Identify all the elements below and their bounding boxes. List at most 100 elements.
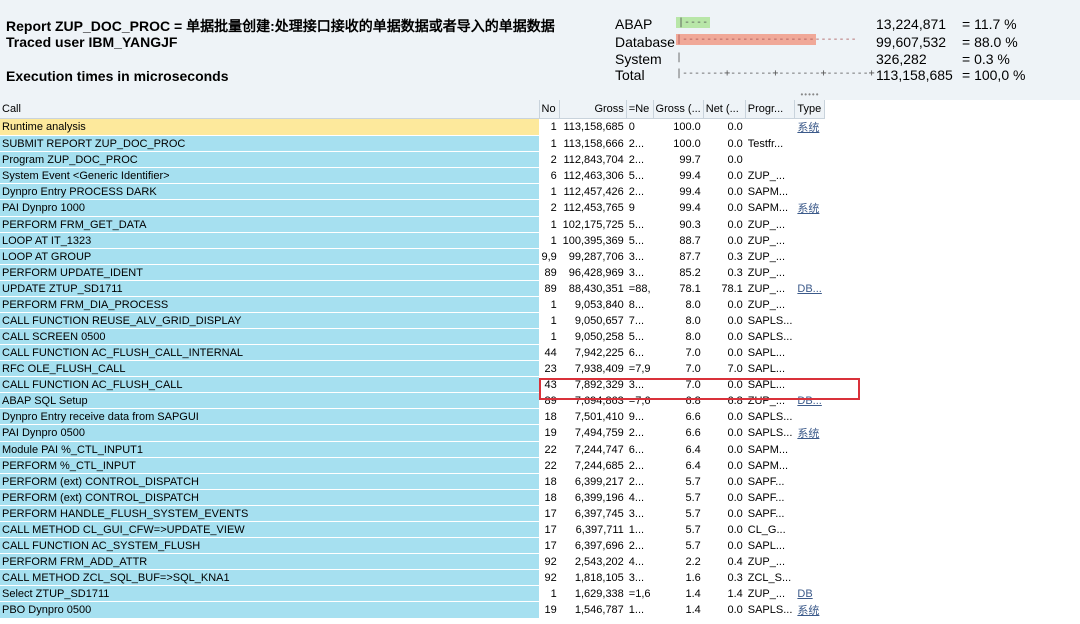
table-row[interactable]: Module PAI %_CTL_INPUT1 22 7,244,747 6... 6.… (0, 441, 825, 458)
cell-net-pct: 0.0 (703, 408, 746, 425)
cell-type[interactable]: 系统 (794, 199, 825, 217)
column-header-gross[interactable]: Gross (559, 100, 627, 119)
table-row[interactable]: Runtime analysis 1 113,158,685 0 100.0 0.0 系统 (0, 118, 825, 136)
cell-no: 18 (539, 408, 560, 425)
table-row[interactable]: RFC OLE_FLUSH_CALL 23 7,938,409 =7,9 7.0 7.0 S… (0, 360, 825, 377)
cell-net: 7... (626, 312, 654, 329)
table-row[interactable]: PAI Dynpro 1000 2 112,453,765 9 99.4 0.0 SAPM.… (0, 199, 825, 217)
cell-gross: 96,428,969 (559, 264, 627, 281)
cell-type[interactable]: 系统 (794, 118, 825, 136)
table-row[interactable]: Dynpro Entry PROCESS DARK 1 112,457,426 2..… (0, 183, 825, 200)
cell-gross-pct: 8.0 (653, 296, 704, 313)
table-row[interactable]: PERFORM HANDLE_FLUSH_SYSTEM_EVENTS 17 6,39… (0, 505, 825, 522)
cell-no: 9,9 (539, 248, 560, 265)
table-row[interactable]: CALL SCREEN 0500 1 9,050,258 5... 8.0 0.0 SAPL… (0, 328, 825, 345)
table-row[interactable]: CALL FUNCTION AC_SYSTEM_FLUSH 17 6,397,696… (0, 537, 825, 554)
cell-call: PBO Dynpro 0500 (0, 601, 540, 619)
cell-call: PERFORM FRM_DIA_PROCESS (0, 296, 540, 313)
cell-gross-pct: 7.0 (653, 376, 704, 393)
cell-gross: 88,430,351 (559, 280, 627, 297)
cell-gross: 7,244,747 (559, 441, 627, 458)
table-row[interactable]: PERFORM %_CTL_INPUT 22 7,244,685 2... 6.4 0.0… (0, 457, 825, 474)
cell-program: SAPF... (745, 489, 796, 506)
cell-call: Module PAI %_CTL_INPUT1 (0, 441, 540, 458)
column-header-call[interactable]: Call (0, 100, 540, 119)
cell-gross: 7,501,410 (559, 408, 627, 425)
table-row[interactable]: PERFORM UPDATE_IDENT 89 96,428,969 3... 85.2… (0, 264, 825, 281)
cell-gross: 112,453,765 (559, 199, 627, 217)
table-row[interactable]: CALL FUNCTION REUSE_ALV_GRID_DISPLAY 1 9,0… (0, 312, 825, 329)
cell-gross: 1,629,338 (559, 585, 627, 602)
table-row[interactable]: CALL METHOD ZCL_SQL_BUF=>SQL_KNA1 92 1,818… (0, 569, 825, 586)
column-header-program[interactable]: Progr... (745, 100, 796, 119)
cell-net-pct: 0.0 (703, 424, 746, 442)
cell-no: 17 (539, 537, 560, 554)
table-row[interactable]: PERFORM (ext) CONTROL_DISPATCH 18 6,399,21… (0, 473, 825, 490)
cell-call: PERFORM FRM_ADD_ATTR (0, 553, 540, 570)
cell-net-pct: 0.0 (703, 376, 746, 393)
cell-gross-pct: 5.7 (653, 521, 704, 538)
table-row[interactable]: ABAP SQL Setup 89 7,694,863 =7,6 6.8 6.8 ZUP_.… (0, 392, 825, 409)
cell-net: =88, (626, 280, 654, 297)
cell-type[interactable]: DB (794, 585, 825, 602)
cell-gross-pct: 99.4 (653, 183, 704, 200)
table-row[interactable]: Program ZUP_DOC_PROC 2 112,843,704 2... 99.7… (0, 151, 825, 168)
cell-call: LOOP AT IT_1323 (0, 232, 540, 249)
column-header-no[interactable]: No (539, 100, 560, 119)
column-header-net-pct[interactable]: Net (... (703, 100, 746, 119)
cell-net-pct: 0.0 (703, 167, 746, 184)
cell-gross-pct: 99.4 (653, 199, 704, 217)
cell-program: SAPM... (745, 199, 796, 217)
cell-gross: 99,287,706 (559, 248, 627, 265)
column-header-gross-pct[interactable]: Gross (... (653, 100, 704, 119)
cell-call: CALL SCREEN 0500 (0, 328, 540, 345)
cell-no: 17 (539, 505, 560, 522)
table-row[interactable]: PERFORM FRM_ADD_ATTR 92 2,543,202 4... 2.2 0.… (0, 553, 825, 570)
table-row[interactable]: PERFORM (ext) CONTROL_DISPATCH 18 6,399,19… (0, 489, 825, 506)
table-row[interactable]: Dynpro Entry receive data from SAPGUI 18 7… (0, 408, 825, 425)
cell-no: 1 (539, 296, 560, 313)
cell-type[interactable]: 系统 (794, 424, 825, 442)
cell-program: SAPM... (745, 457, 796, 474)
cell-gross: 9,053,840 (559, 296, 627, 313)
summary-percent-total: = 100,0 % (962, 67, 1026, 83)
table-row[interactable]: CALL FUNCTION AC_FLUSH_CALL 43 7,892,329 3.… (0, 376, 825, 393)
cell-net-pct: 0.0 (703, 151, 746, 168)
table-row[interactable]: CALL METHOD CL_GUI_CFW=>UPDATE_VIEW 17 6,3… (0, 521, 825, 538)
cell-no: 17 (539, 521, 560, 538)
cell-type (794, 167, 825, 184)
table-row[interactable]: Select ZTUP_SD1711 1 1,629,338 =1,6 1.4 1.4 ZU… (0, 585, 825, 602)
column-header-type[interactable]: Type (794, 100, 825, 119)
cell-type[interactable]: DB... (794, 280, 825, 297)
cell-program (745, 151, 796, 168)
cell-type (794, 135, 825, 152)
cell-net: =7,9 (626, 360, 654, 377)
cell-net: 5... (626, 328, 654, 345)
cell-call: PERFORM %_CTL_INPUT (0, 457, 540, 474)
cell-no: 22 (539, 441, 560, 458)
cell-no: 18 (539, 473, 560, 490)
table-row[interactable]: SUBMIT REPORT ZUP_DOC_PROC 1 113,158,666 2.… (0, 135, 825, 152)
grid-header-row: Call No Gross =Ne Gross (... Net (... Pr… (0, 100, 825, 119)
cell-type[interactable]: DB... (794, 392, 825, 409)
table-row[interactable]: LOOP AT IT_1323 1 100,395,369 5... 88.7 0.0 ZU… (0, 232, 825, 249)
table-row[interactable]: PAI Dynpro 0500 19 7,494,759 2... 6.6 0.0 SAPL… (0, 424, 825, 442)
table-row[interactable]: System Event <Generic Identifier> 6 112,46… (0, 167, 825, 184)
cell-net-pct: 0.3 (703, 569, 746, 586)
table-row[interactable]: PBO Dynpro 0500 19 1,546,787 1... 1.4 0.0 SAPL… (0, 601, 825, 619)
splitter-handle[interactable]: ••••• (800, 91, 820, 99)
table-row[interactable]: CALL FUNCTION AC_FLUSH_CALL_INTERNAL 44 7,… (0, 344, 825, 361)
table-row[interactable]: PERFORM FRM_GET_DATA 1 102,175,725 5... 90.3… (0, 216, 825, 233)
cell-gross: 7,244,685 (559, 457, 627, 474)
cell-gross-pct: 88.7 (653, 232, 704, 249)
table-row[interactable]: UPDATE ZTUP_SD1711 89 88,430,351 =88, 78.1 78… (0, 280, 825, 297)
table-row[interactable]: PERFORM FRM_DIA_PROCESS 1 9,053,840 8... 8.0… (0, 296, 825, 313)
summary-label-system: System (615, 51, 662, 67)
summary-bar-database: |----------------------------- (676, 34, 857, 45)
cell-no: 19 (539, 424, 560, 442)
cell-gross-pct: 87.7 (653, 248, 704, 265)
cell-gross-pct: 8.0 (653, 328, 704, 345)
column-header-net[interactable]: =Ne (626, 100, 654, 119)
table-row[interactable]: LOOP AT GROUP 9,9 99,287,706 3... 87.7 0.3 ZUP… (0, 248, 825, 265)
cell-type[interactable]: 系统 (794, 601, 825, 619)
